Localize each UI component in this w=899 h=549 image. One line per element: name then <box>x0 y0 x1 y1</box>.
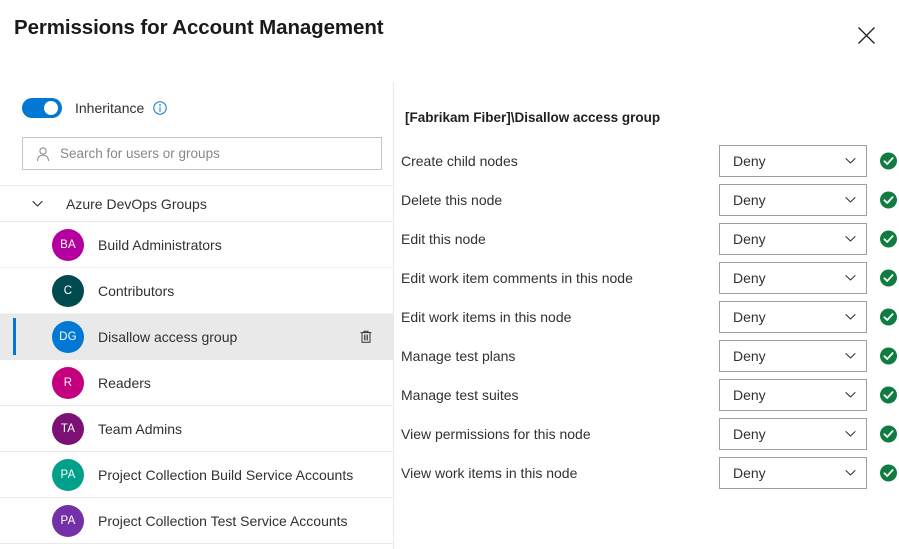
avatar: DG <box>52 320 84 353</box>
check-circle-icon <box>880 230 897 247</box>
group-list-item[interactable]: BA Build Administrators <box>0 222 393 268</box>
permission-dropdown[interactable]: Deny <box>719 144 867 177</box>
permission-row: Delete this node Deny <box>394 180 899 219</box>
group-name: Contributors <box>98 282 175 299</box>
check-circle-icon <box>880 425 897 442</box>
group-name: Disallow access group <box>98 328 238 345</box>
inheritance-setting: Inheritance <box>22 97 167 119</box>
permission-label: Manage test suites <box>401 386 519 403</box>
permission-dropdown[interactable]: Deny <box>719 339 867 372</box>
permission-dropdown[interactable]: Deny <box>719 222 867 255</box>
permission-label: Edit this node <box>401 230 486 247</box>
permissions-panel: [Fabrikam Fiber]\Disallow access group C… <box>394 82 899 549</box>
group-list-item[interactable]: C Contributors <box>0 268 393 314</box>
check-circle-icon <box>880 152 897 169</box>
check-circle-icon <box>880 308 897 325</box>
group-tree: Azure DevOps Groups BA Build Administrato… <box>0 185 393 544</box>
chevron-down-icon <box>843 466 857 480</box>
check-circle-icon <box>880 191 897 208</box>
permission-row: Edit work items in this node Deny <box>394 297 899 336</box>
avatar: BA <box>52 228 84 261</box>
group-name: Project Collection Build Service Account… <box>98 466 354 483</box>
inheritance-toggle[interactable] <box>22 98 62 118</box>
group-list-item[interactable]: DG Disallow access group <box>0 314 393 360</box>
group-list-item[interactable]: PA Project Collection Build Service Accou… <box>0 452 393 498</box>
permission-row: Manage test plans Deny <box>394 336 899 375</box>
permission-dropdown[interactable]: Deny <box>719 378 867 411</box>
search-input[interactable] <box>60 138 381 169</box>
permission-label: Create child nodes <box>401 152 518 169</box>
avatar: TA <box>52 412 84 445</box>
permission-dropdown[interactable]: Deny <box>719 261 867 294</box>
close-icon <box>857 26 876 45</box>
permission-value: Deny <box>733 464 766 481</box>
permission-row: View work items in this node Deny <box>394 453 899 492</box>
permission-row: Edit work item comments in this node Deny <box>394 258 899 297</box>
trash-icon[interactable] <box>357 328 375 346</box>
identity-label: [Fabrikam Fiber]\Disallow access group <box>405 110 661 125</box>
avatar: PA <box>52 504 84 537</box>
permission-value: Deny <box>733 230 766 247</box>
permission-value: Deny <box>733 386 766 403</box>
permission-dropdown[interactable]: Deny <box>719 417 867 450</box>
check-circle-icon <box>880 386 897 403</box>
permission-dropdown[interactable]: Deny <box>719 183 867 216</box>
inheritance-label: Inheritance <box>75 100 145 116</box>
check-circle-icon <box>880 464 897 481</box>
permission-dropdown[interactable]: Deny <box>719 456 867 489</box>
chevron-down-icon <box>843 427 857 441</box>
close-button[interactable] <box>846 16 886 54</box>
chevron-down-icon <box>843 349 857 363</box>
permission-label: Edit work items in this node <box>401 308 572 325</box>
permission-label: View permissions for this node <box>401 425 591 442</box>
avatar: PA <box>52 458 84 491</box>
permission-value: Deny <box>733 191 766 208</box>
group-name: Team Admins <box>98 420 183 437</box>
avatar: C <box>52 274 84 307</box>
tree-header-azure-devops-groups[interactable]: Azure DevOps Groups <box>0 185 393 222</box>
check-circle-icon <box>880 269 897 286</box>
chevron-down-icon <box>30 197 44 211</box>
permission-value: Deny <box>733 425 766 442</box>
person-icon <box>34 145 51 162</box>
chevron-down-icon <box>843 310 857 324</box>
permission-dropdown[interactable]: Deny <box>719 300 867 333</box>
permission-value: Deny <box>733 269 766 286</box>
permission-label: Edit work item comments in this node <box>401 269 633 286</box>
permission-value: Deny <box>733 308 766 325</box>
permission-row: Manage test suites Deny <box>394 375 899 414</box>
group-list-item[interactable]: PA Project Collection Test Service Accoun… <box>0 498 393 544</box>
group-name: Build Administrators <box>98 236 222 253</box>
search-box[interactable] <box>22 137 382 170</box>
chevron-down-icon <box>843 232 857 246</box>
chevron-down-icon <box>843 193 857 207</box>
permission-label: Delete this node <box>401 191 503 208</box>
permission-value: Deny <box>733 347 766 364</box>
permission-value: Deny <box>733 152 766 169</box>
chevron-down-icon <box>843 388 857 402</box>
group-name: Readers <box>98 374 151 391</box>
check-circle-icon <box>880 347 897 364</box>
permissions-list: Create child nodes Deny Delete this node De… <box>394 141 899 492</box>
chevron-down-icon <box>843 154 857 168</box>
chevron-down-icon <box>843 271 857 285</box>
avatar: R <box>52 366 84 399</box>
permission-row: Create child nodes Deny <box>394 141 899 180</box>
info-icon[interactable] <box>153 101 167 115</box>
group-list-item[interactable]: R Readers <box>0 360 393 406</box>
page-title: Permissions for Account Management <box>14 16 384 39</box>
group-name: Project Collection Test Service Accounts <box>98 512 348 529</box>
permission-label: Manage test plans <box>401 347 516 364</box>
permission-label: View work items in this node <box>401 464 578 481</box>
group-list-item[interactable]: TA Team Admins <box>0 406 393 452</box>
toggle-knob <box>44 101 58 115</box>
permission-row: View permissions for this node Deny <box>394 414 899 453</box>
permission-row: Edit this node Deny <box>394 219 899 258</box>
tree-header-label: Azure DevOps Groups <box>66 195 207 212</box>
groups-panel: Inheritance Azure DevOps Groups <box>0 82 393 549</box>
